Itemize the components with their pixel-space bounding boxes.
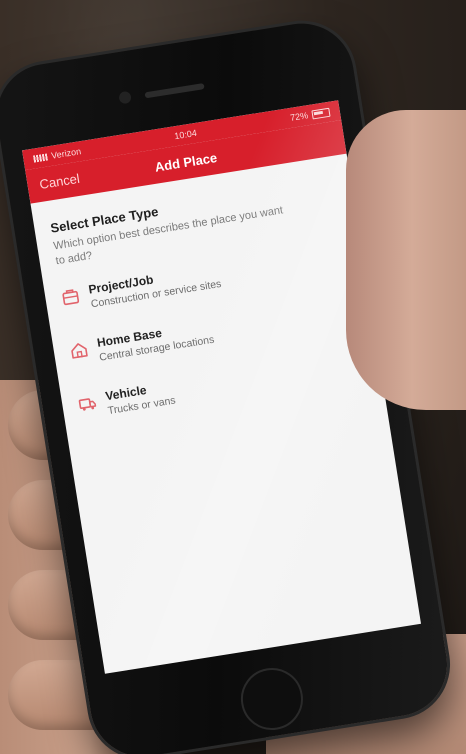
- battery-icon: [311, 107, 331, 119]
- status-time: 10:04: [173, 127, 198, 142]
- carrier-label: Verizon: [50, 146, 82, 161]
- truck-icon: [78, 398, 97, 411]
- briefcase-icon: [62, 289, 80, 306]
- cancel-button[interactable]: Cancel: [38, 171, 80, 192]
- option-text: Project/Job Construction or service site…: [88, 262, 223, 310]
- hand-thumb: [346, 110, 466, 410]
- option-text: Vehicle Trucks or vans: [104, 379, 176, 417]
- page-title: Add Place: [153, 149, 219, 175]
- signal-icon: [32, 152, 48, 163]
- home-icon: [71, 343, 88, 359]
- status-left: Verizon: [32, 146, 82, 163]
- option-text: Home Base Central storage locations: [96, 318, 215, 364]
- status-right: 72%: [289, 107, 331, 123]
- battery-percent: 72%: [289, 110, 309, 123]
